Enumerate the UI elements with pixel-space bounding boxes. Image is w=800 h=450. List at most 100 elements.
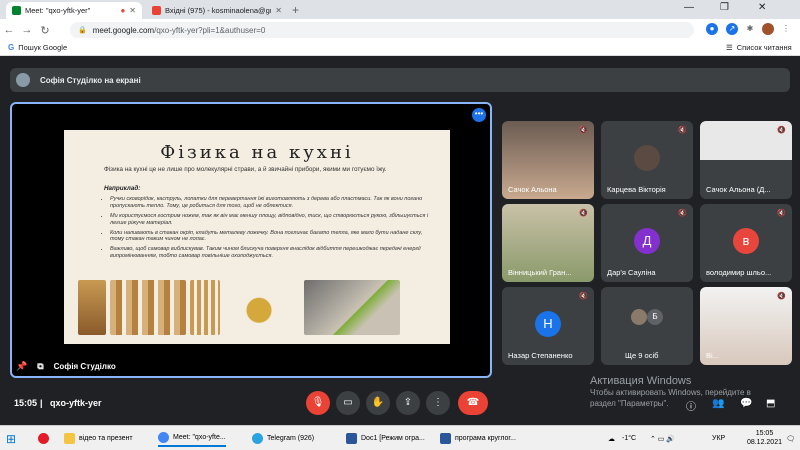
more-participants-tile[interactable]: Б Ще 9 осіб xyxy=(601,287,693,365)
maximize-button[interactable]: ❐ xyxy=(720,2,729,13)
profile-avatar[interactable] xyxy=(762,23,774,35)
presentation-banner-text: Софія Студілко на екрані xyxy=(40,75,141,85)
mic-off-button[interactable]: 🎙 xyxy=(306,391,330,415)
windows-taskbar: ⊞ відео та презент Meet: "qxo-yfte... Te… xyxy=(0,425,800,450)
url-path: /qxo-yftk-yer?pli=1&authuser=0 xyxy=(154,25,266,35)
windows-start-icon[interactable]: ⊞ xyxy=(6,430,16,447)
browser-tab-bar: Meet: "qxo-yftk-yer" ● ✕ Вхідні (975) - … xyxy=(0,0,800,19)
avatar: в xyxy=(733,228,759,254)
share-icon[interactable]: ↗ xyxy=(726,23,738,35)
camera-button[interactable]: ▭ xyxy=(336,391,360,415)
participant-name: Назар Степаненко xyxy=(508,351,573,360)
new-tab-button[interactable]: + xyxy=(292,3,299,17)
avatar: Д xyxy=(634,228,660,254)
participant-tile[interactable]: 🔇 Вінницький Гран... xyxy=(502,204,594,282)
end-call-button[interactable]: ☎ xyxy=(458,391,488,415)
samovar-image xyxy=(238,280,280,335)
tab-gmail[interactable]: Вхідні (975) - kosminaolena@gm ✕ xyxy=(146,2,288,19)
knife-cutting-image xyxy=(304,280,400,335)
close-icon[interactable]: ✕ xyxy=(275,6,282,15)
camera-indicator-icon[interactable]: ● xyxy=(706,23,718,35)
meeting-code: qxo-yftk-yer xyxy=(50,398,102,408)
weather-icon[interactable]: ☁ xyxy=(608,430,615,447)
tab-meet[interactable]: Meet: "qxo-yftk-yer" ● ✕ xyxy=(6,2,142,19)
clock-date: 08.12.2021 xyxy=(746,439,782,447)
mic-off-icon: 🔇 xyxy=(777,293,786,300)
wooden-utensils-image xyxy=(78,280,106,335)
google-icon: G xyxy=(8,43,15,52)
info-icon[interactable]: ⓘ xyxy=(686,398,696,413)
more-options-button[interactable]: ⋮ xyxy=(426,391,450,415)
taskbar-label: програма круглог... xyxy=(455,435,516,442)
url-host: meet.google.com xyxy=(92,25,155,35)
extensions-icon[interactable]: ✱ xyxy=(744,23,756,35)
participant-name: Дар'я Сауліна xyxy=(607,268,656,277)
folder-icon xyxy=(64,433,75,444)
mic-off-icon: 🔇 xyxy=(579,210,588,217)
presentation-video[interactable]: ••• Фізика на кухні Фізика на кухні це н… xyxy=(10,102,492,378)
raise-hand-button[interactable]: ✋ xyxy=(366,391,390,415)
reading-list[interactable]: ☰ Список читання xyxy=(726,43,792,52)
participant-tile[interactable]: 🔇 в володимир шльо... xyxy=(700,204,792,282)
presenter-name: Софія Студілко xyxy=(53,361,116,371)
taskbar-item[interactable]: програма круглог... xyxy=(440,430,516,447)
meet-icon xyxy=(12,6,21,15)
taskbar-item[interactable]: відео та презент xyxy=(64,430,133,447)
word-icon xyxy=(346,433,357,444)
minimize-button[interactable]: — xyxy=(684,2,694,13)
close-icon[interactable]: ✕ xyxy=(129,6,136,15)
tray-icons[interactable]: ⌃ ▭ 🔊 xyxy=(650,430,675,447)
address-bar[interactable]: 🔒 meet.google.com/qxo-yftk-yer?pli=1&aut… xyxy=(70,22,694,38)
slide-heading: Наприклад: xyxy=(104,185,141,192)
participant-name: Сачок Альона (Д... xyxy=(706,185,771,194)
participant-tile[interactable]: 🔇 Сачок Альона xyxy=(502,121,594,199)
taskbar-label: Doc1 [Режим огра... xyxy=(361,435,425,442)
activities-icon[interactable]: ⬒ xyxy=(766,398,775,409)
slide-intro: Фізика на кухні це не лише про молекуляр… xyxy=(104,166,387,173)
mic-off-icon: 🔇 xyxy=(678,210,687,217)
mic-off-icon: 🔇 xyxy=(777,127,786,134)
taskbar-item[interactable]: Telegram (926) xyxy=(252,430,314,447)
close-window-button[interactable]: ✕ xyxy=(758,2,766,13)
participant-tile[interactable]: 🔇 Ві... xyxy=(700,287,792,365)
spatulas-image xyxy=(190,280,220,335)
reload-button[interactable]: ↻ xyxy=(36,24,54,37)
notification-icon[interactable]: 🗨 xyxy=(786,430,795,447)
slide-bullet: Важливо, щоб самовар виблискував. Таким … xyxy=(110,246,430,260)
chat-icon[interactable]: 💬 xyxy=(740,398,752,409)
taskbar-clock[interactable]: 15:05 08.12.2021 xyxy=(747,429,782,448)
people-icon[interactable]: 👥 xyxy=(712,398,724,409)
forward-button[interactable]: → xyxy=(18,24,36,36)
avatar: Н xyxy=(535,311,561,337)
tab-gmail-label: Вхідні (975) - kosminaolena@gm xyxy=(165,6,272,15)
mic-off-icon: 🔇 xyxy=(579,293,588,300)
telegram-icon xyxy=(252,433,263,444)
participant-tile[interactable]: 🔇 Карцева Вікторія xyxy=(601,121,693,199)
language-indicator[interactable]: УКР xyxy=(712,430,725,447)
presenter-footer: 📌 ⧉ Софія Студілко xyxy=(12,356,490,376)
clock-time: 15:05 xyxy=(755,430,774,437)
participant-name: Ві... xyxy=(706,351,719,360)
slide: Фізика на кухні Фізика на кухні це не ли… xyxy=(64,130,450,344)
avatar xyxy=(634,145,660,171)
taskbar-item[interactable]: Doc1 [Режим огра... xyxy=(346,430,425,447)
presentation-banner: Софія Студілко на екрані xyxy=(10,68,790,92)
taskbar-label: відео та презент xyxy=(79,435,133,442)
slide-bullet: Ручки сковорідок, каструль, лопатки для … xyxy=(110,196,430,210)
weather-temp: -1°C xyxy=(622,435,637,442)
participant-tile[interactable]: 🔇 Д Дар'я Сауліна xyxy=(601,204,693,282)
taskbar-item[interactable]: Meet: "qxo-yfte... xyxy=(158,430,226,447)
opera-icon[interactable] xyxy=(38,430,53,447)
mic-off-icon: 🔇 xyxy=(777,210,786,217)
present-screen-icon: ⧉ xyxy=(37,360,44,371)
participant-tile[interactable]: 🔇 Сачок Альона (Д... xyxy=(700,121,792,199)
back-button[interactable]: ← xyxy=(0,24,18,36)
participant-name: Ще 9 осіб xyxy=(625,351,659,360)
participant-tile[interactable]: 🔇 Н Назар Степаненко xyxy=(502,287,594,365)
present-button[interactable]: ⇪ xyxy=(396,391,420,415)
menu-icon[interactable]: ⋮ xyxy=(780,23,792,35)
meeting-controls: 15:05 | qxo-yftk-yer 🎙 ▭ ✋ ⇪ ⋮ ☎ ⓘ 👥 💬 ⬒ xyxy=(0,386,800,425)
more-options-icon[interactable]: ••• xyxy=(472,108,486,122)
pin-icon[interactable]: 📌 xyxy=(16,361,27,372)
bookmark-google[interactable]: G Пошук Google xyxy=(8,43,67,52)
